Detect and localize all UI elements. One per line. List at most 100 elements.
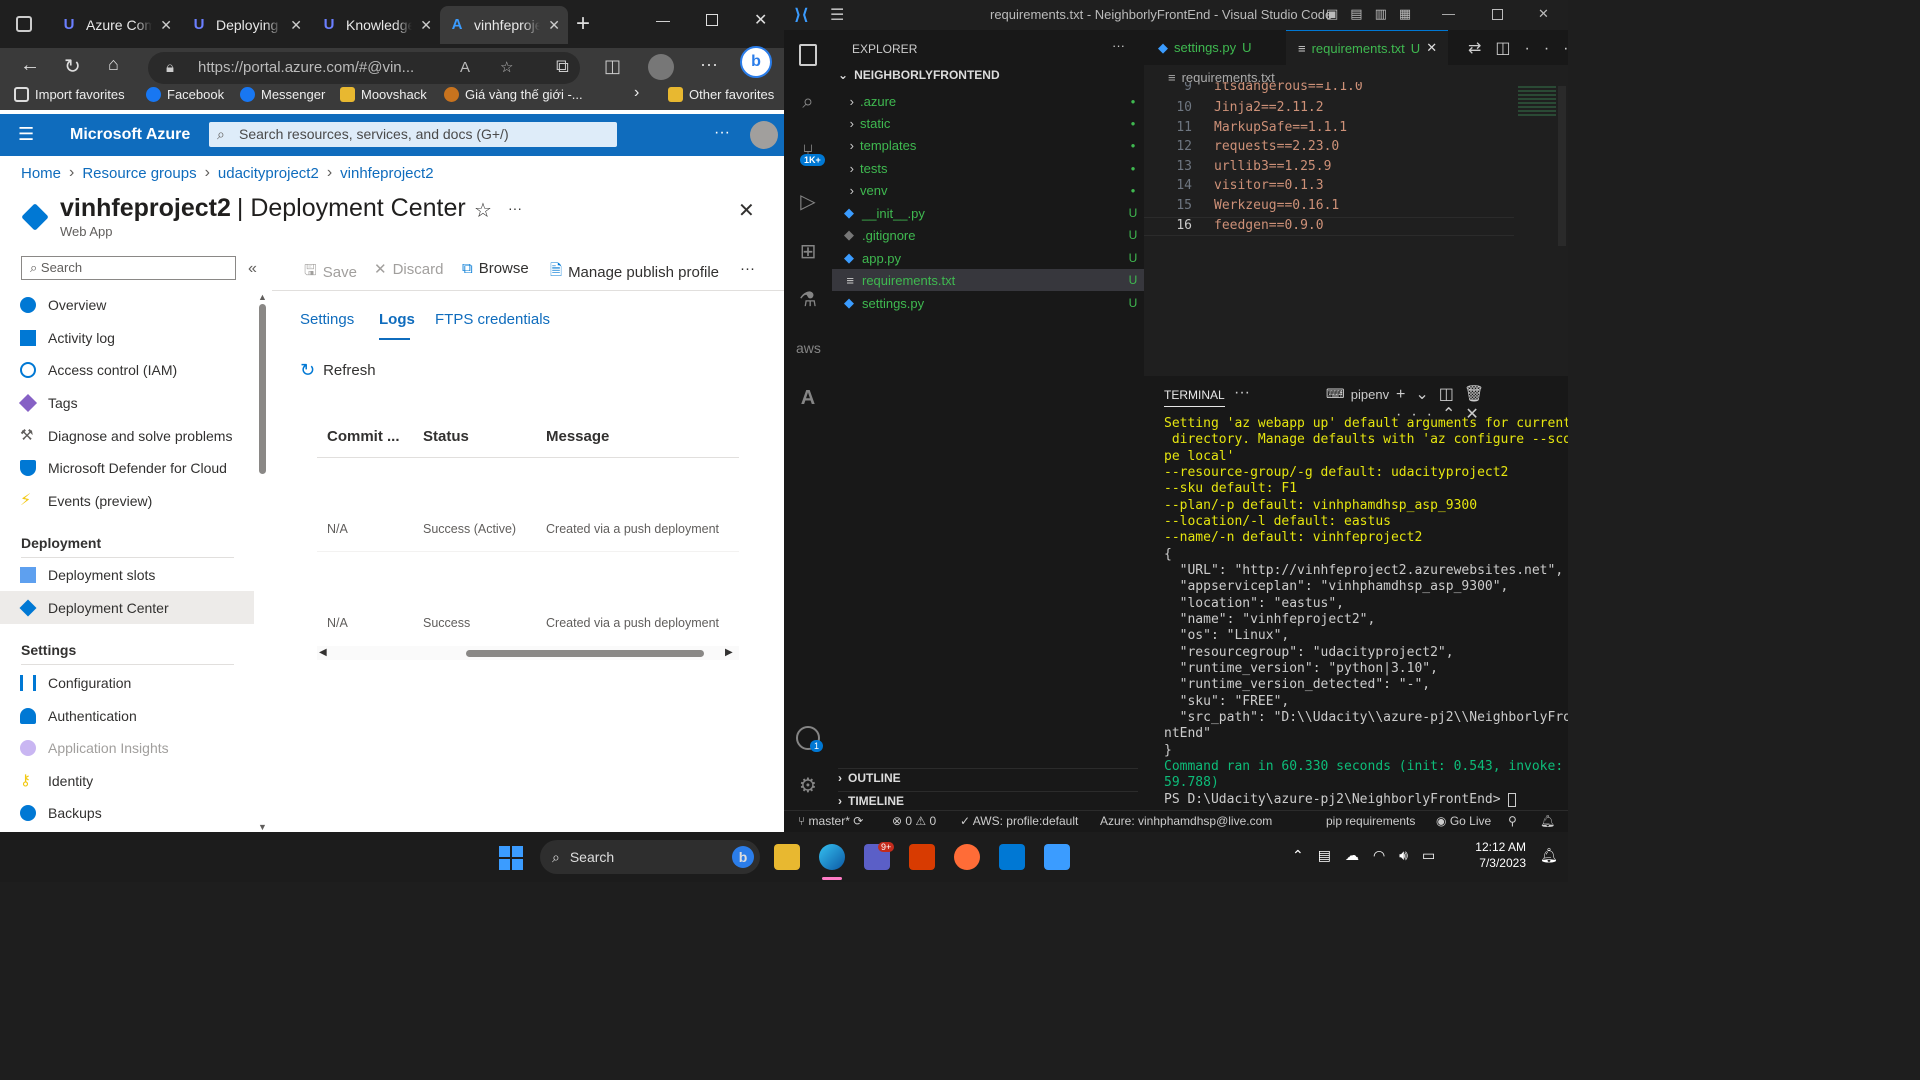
nav-tags[interactable]: Tags bbox=[18, 388, 78, 418]
editor-tab-settings[interactable]: ◆ settings.py U bbox=[1144, 30, 1284, 65]
tree-item-settings-py[interactable]: ◆ settings.py U bbox=[832, 292, 1144, 314]
tree-item-requirements-selected[interactable]: ≡ requirements.txt U bbox=[832, 269, 1144, 291]
timeline-section[interactable]: › TIMELINE bbox=[838, 791, 1138, 808]
scroll-left-arrow[interactable]: ◀ bbox=[319, 647, 327, 658]
breadcrumb-resource-groups[interactable]: Resource groups bbox=[82, 165, 196, 182]
status-pip[interactable]: pip requirements bbox=[1326, 814, 1415, 828]
notification-bell-icon[interactable]: 🔔︎ bbox=[1540, 847, 1558, 864]
browser-tab-2[interactable]: U Deploying t ✕ bbox=[182, 6, 310, 44]
close-tab-icon[interactable]: ✕ bbox=[290, 17, 302, 34]
discard-button[interactable]: ✕ Discard bbox=[374, 260, 443, 279]
minimize-icon[interactable]: — bbox=[656, 12, 670, 28]
search-icon[interactable]: ⌕ bbox=[796, 90, 820, 114]
tab-ftps[interactable]: FTPS credentials bbox=[435, 311, 550, 328]
account-avatar[interactable] bbox=[750, 121, 778, 149]
status-branch[interactable]: ⑂ master* ⟳ bbox=[798, 814, 863, 828]
fav-moovshack[interactable]: Moovshack bbox=[340, 87, 427, 102]
browser-tab-1[interactable]: U Azure Comp ✕ bbox=[52, 6, 180, 44]
manage-publish-profile-button[interactable]: 🗎︎ Manage publish profile bbox=[550, 260, 719, 285]
extensions-icon[interactable]: ⧉ bbox=[556, 56, 569, 77]
more-icon[interactable]: ··· bbox=[1234, 384, 1250, 402]
read-aloud-icon[interactable]: A bbox=[460, 52, 470, 84]
minimize-icon[interactable]: — bbox=[1442, 6, 1455, 21]
nav-defender[interactable]: Microsoft Defender for Cloud bbox=[20, 453, 227, 483]
term-prompt[interactable]: PS D:\Udacity\azure-pj2\NeighborlyFrontE… bbox=[1164, 792, 1517, 808]
breadcrumb-app[interactable]: vinhfeproject2 bbox=[340, 165, 433, 182]
close-tab-icon[interactable]: ✕ bbox=[420, 17, 432, 34]
table-row[interactable]: N/A Success (Active) Created via a push … bbox=[317, 458, 739, 552]
layout-icons[interactable]: ▣▤▥▦ bbox=[1326, 6, 1423, 22]
more-icon[interactable]: ··· bbox=[508, 200, 522, 216]
extensions-icon[interactable]: ⊞ bbox=[796, 240, 820, 264]
tree-item-azure[interactable]: › .azure ● bbox=[832, 90, 1144, 112]
url-field[interactable]: 🔒︎ https://portal.azure.com/#@vin... A ☆ bbox=[148, 52, 580, 84]
scroll-up-arrow[interactable]: ▲ bbox=[258, 292, 267, 302]
tree-item-tests[interactable]: › tests ● bbox=[832, 157, 1144, 179]
vscode-icon[interactable] bbox=[999, 844, 1025, 870]
column-header[interactable]: Commit ... bbox=[327, 428, 400, 445]
column-header[interactable]: Message bbox=[546, 428, 609, 445]
browser-tab-3[interactable]: U Knowledge ✕ bbox=[312, 6, 440, 44]
code-view[interactable]: 9 itsdangerous==1.1.0 10 Jinja2==2.11.2 11… bbox=[1144, 82, 1544, 372]
favorite-star-icon[interactable]: ☆ bbox=[474, 198, 492, 223]
nav-deployment-slots[interactable]: Deployment slots bbox=[20, 560, 155, 590]
files-icon[interactable] bbox=[799, 44, 817, 66]
save-button[interactable]: 🖫︎ Save bbox=[304, 260, 357, 285]
bing-icon[interactable]: b bbox=[740, 46, 772, 78]
column-header[interactable]: Status bbox=[423, 428, 469, 445]
nav-overview[interactable]: Overview bbox=[20, 290, 106, 320]
nav-configuration[interactable]: Configuration bbox=[20, 668, 131, 698]
clock[interactable]: 12:12 AM 7/3/2023 bbox=[1470, 840, 1526, 870]
editor-tab-requirements-active[interactable]: ≡ requirements.txt U ✕ bbox=[1286, 30, 1448, 65]
split-screen-icon[interactable]: ◫ bbox=[604, 56, 621, 77]
scroll-thumb[interactable] bbox=[466, 650, 704, 657]
close-icon[interactable]: ✕ bbox=[1426, 40, 1437, 56]
scroll-thumb[interactable] bbox=[258, 304, 266, 474]
tree-item-gitignore[interactable]: ◆ .gitignore U bbox=[832, 224, 1144, 246]
fav-other[interactable]: Other favorites bbox=[668, 87, 774, 102]
maximize-icon[interactable] bbox=[1492, 9, 1503, 20]
tab-logs[interactable]: Logs bbox=[379, 311, 415, 328]
scroll-right-arrow[interactable]: ▶ bbox=[725, 647, 733, 658]
toolbar-more-icon[interactable]: ··· bbox=[740, 260, 755, 277]
status-aws[interactable]: ✓ AWS: profile:default bbox=[960, 814, 1078, 828]
fav-messenger[interactable]: Messenger bbox=[240, 87, 325, 102]
tree-item-app-py[interactable]: ◆ app.py U bbox=[832, 247, 1144, 269]
azure-brand[interactable]: Microsoft Azure bbox=[70, 126, 190, 144]
wps-office-icon[interactable] bbox=[909, 844, 935, 870]
close-tab-icon[interactable]: ✕ bbox=[160, 17, 172, 34]
chevron-right-icon[interactable]: › bbox=[634, 84, 639, 102]
azure-search-input[interactable]: ⌕ Search resources, services, and docs (… bbox=[209, 122, 617, 147]
edge-icon[interactable] bbox=[819, 844, 845, 870]
feedback-icon[interactable]: ⚲ bbox=[1508, 814, 1517, 828]
menu-scrollbar[interactable]: ▲ ▼ bbox=[258, 292, 267, 832]
editor-scrollbar[interactable] bbox=[1558, 86, 1566, 246]
status-azure[interactable]: Azure: vinhphamdhsp@live.com bbox=[1100, 814, 1272, 828]
minimap[interactable] bbox=[1518, 86, 1556, 116]
favorite-star-icon[interactable]: ☆ bbox=[500, 52, 513, 84]
profile-avatar[interactable] bbox=[648, 54, 674, 80]
tray-icons[interactable]: ⌃▤☁︎◠🔊︎▭ bbox=[1292, 847, 1449, 864]
status-golive[interactable]: ◉ Go Live bbox=[1436, 814, 1491, 828]
table-hscrollbar[interactable]: ◀ ▶ bbox=[317, 646, 739, 660]
menu-search-input[interactable]: ⌕ Search bbox=[21, 256, 236, 280]
more-icon[interactable]: ··· bbox=[700, 54, 718, 75]
start-icon[interactable] bbox=[499, 846, 523, 870]
tab-settings[interactable]: Settings bbox=[300, 311, 354, 328]
close-tab-icon[interactable]: ✕ bbox=[548, 17, 560, 34]
editor-actions[interactable]: ⇄◫··· bbox=[1468, 38, 1568, 58]
table-row[interactable]: N/A Success Created via a push deploymen… bbox=[317, 552, 739, 646]
hamburger-menu-icon[interactable]: ☰ bbox=[18, 124, 34, 145]
terminal-shell[interactable]: ⌨ pipenv bbox=[1326, 386, 1389, 402]
menu-icon[interactable]: ☰ bbox=[830, 5, 844, 25]
nav-app-insights[interactable]: Application Insights bbox=[20, 733, 169, 763]
close-blade-icon[interactable]: ✕ bbox=[738, 198, 755, 223]
root-folder[interactable]: ⌄ NEIGHBORLYFRONTEND bbox=[838, 68, 1000, 82]
testing-icon[interactable]: ⚗ bbox=[796, 288, 820, 312]
breadcrumb-group[interactable]: udacityproject2 bbox=[218, 165, 319, 182]
fav-gold[interactable]: Giá vàng thế giới -... bbox=[444, 87, 583, 102]
file-explorer-icon[interactable] bbox=[774, 844, 800, 870]
nav-activity-log[interactable]: Activity log bbox=[20, 323, 115, 353]
gear-icon[interactable]: ⚙ bbox=[796, 774, 820, 798]
nav-deployment-center[interactable]: Deployment Center bbox=[19, 593, 169, 623]
